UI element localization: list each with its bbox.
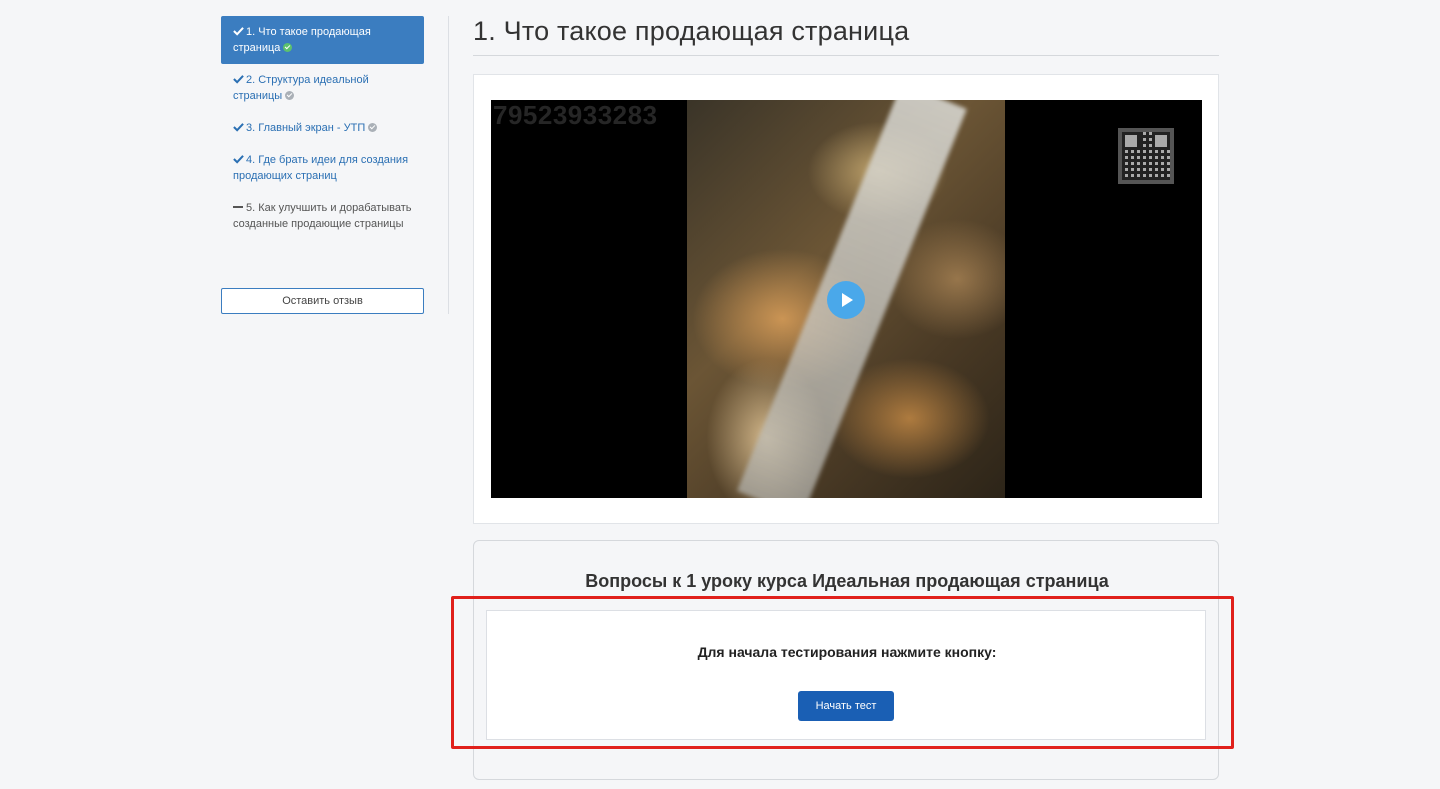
sidebar-item-label: 2. Структура идеальной страницы (233, 74, 369, 102)
video-card: 79523933283 (473, 74, 1219, 524)
quiz-prompt: Для начала тестирования нажмите кнопку: (697, 644, 997, 660)
check-icon (233, 123, 244, 132)
sidebar-item-label: 3. Главный экран - УТП (246, 122, 366, 134)
sidebar-item-label: 4. Где брать идеи для создания продающих… (233, 154, 409, 182)
sidebar-item-lesson-4[interactable]: 4. Где брать идеи для создания продающих… (221, 144, 424, 192)
check-icon (233, 27, 244, 36)
check-icon (233, 155, 244, 164)
check-circle-icon (283, 43, 293, 52)
video-watermark: 79523933283 (493, 100, 658, 130)
sidebar-item-lesson-3[interactable]: 3. Главный экран - УТП (221, 112, 424, 144)
sidebar-item-lesson-2[interactable]: 2. Структура идеальной страницы (221, 64, 424, 112)
play-icon[interactable] (827, 281, 865, 319)
quiz-title: Вопросы к 1 уроку курса Идеальная продаю… (585, 571, 1109, 591)
page-title: 1. Что такое продающая страница (473, 16, 1219, 56)
check-icon (233, 75, 244, 84)
leave-feedback-button[interactable]: Оставить отзыв (221, 288, 424, 314)
check-circle-icon (285, 91, 295, 100)
sidebar-item-label: 5. Как улучшить и дорабатывать созданные… (233, 202, 412, 230)
quiz-start-panel: Для начала тестирования нажмите кнопку: … (486, 610, 1206, 740)
lesson-sidebar: 1. Что такое продающая страница 2. Струк… (221, 16, 424, 240)
sidebar-item-label: 1. Что такое продающая страница (233, 26, 371, 54)
dash-icon (233, 206, 243, 208)
check-circle-icon (368, 123, 378, 132)
start-test-button[interactable]: Начать тест (798, 691, 894, 721)
sidebar-divider (448, 16, 449, 314)
qr-code-icon (1118, 128, 1174, 184)
quiz-card: Вопросы к 1 уроку курса Идеальная продаю… (473, 540, 1219, 780)
video-player[interactable]: 79523933283 (491, 100, 1202, 498)
sidebar-item-lesson-5[interactable]: 5. Как улучшить и дорабатывать созданные… (221, 192, 424, 240)
sidebar-item-lesson-1[interactable]: 1. Что такое продающая страница (221, 16, 424, 64)
